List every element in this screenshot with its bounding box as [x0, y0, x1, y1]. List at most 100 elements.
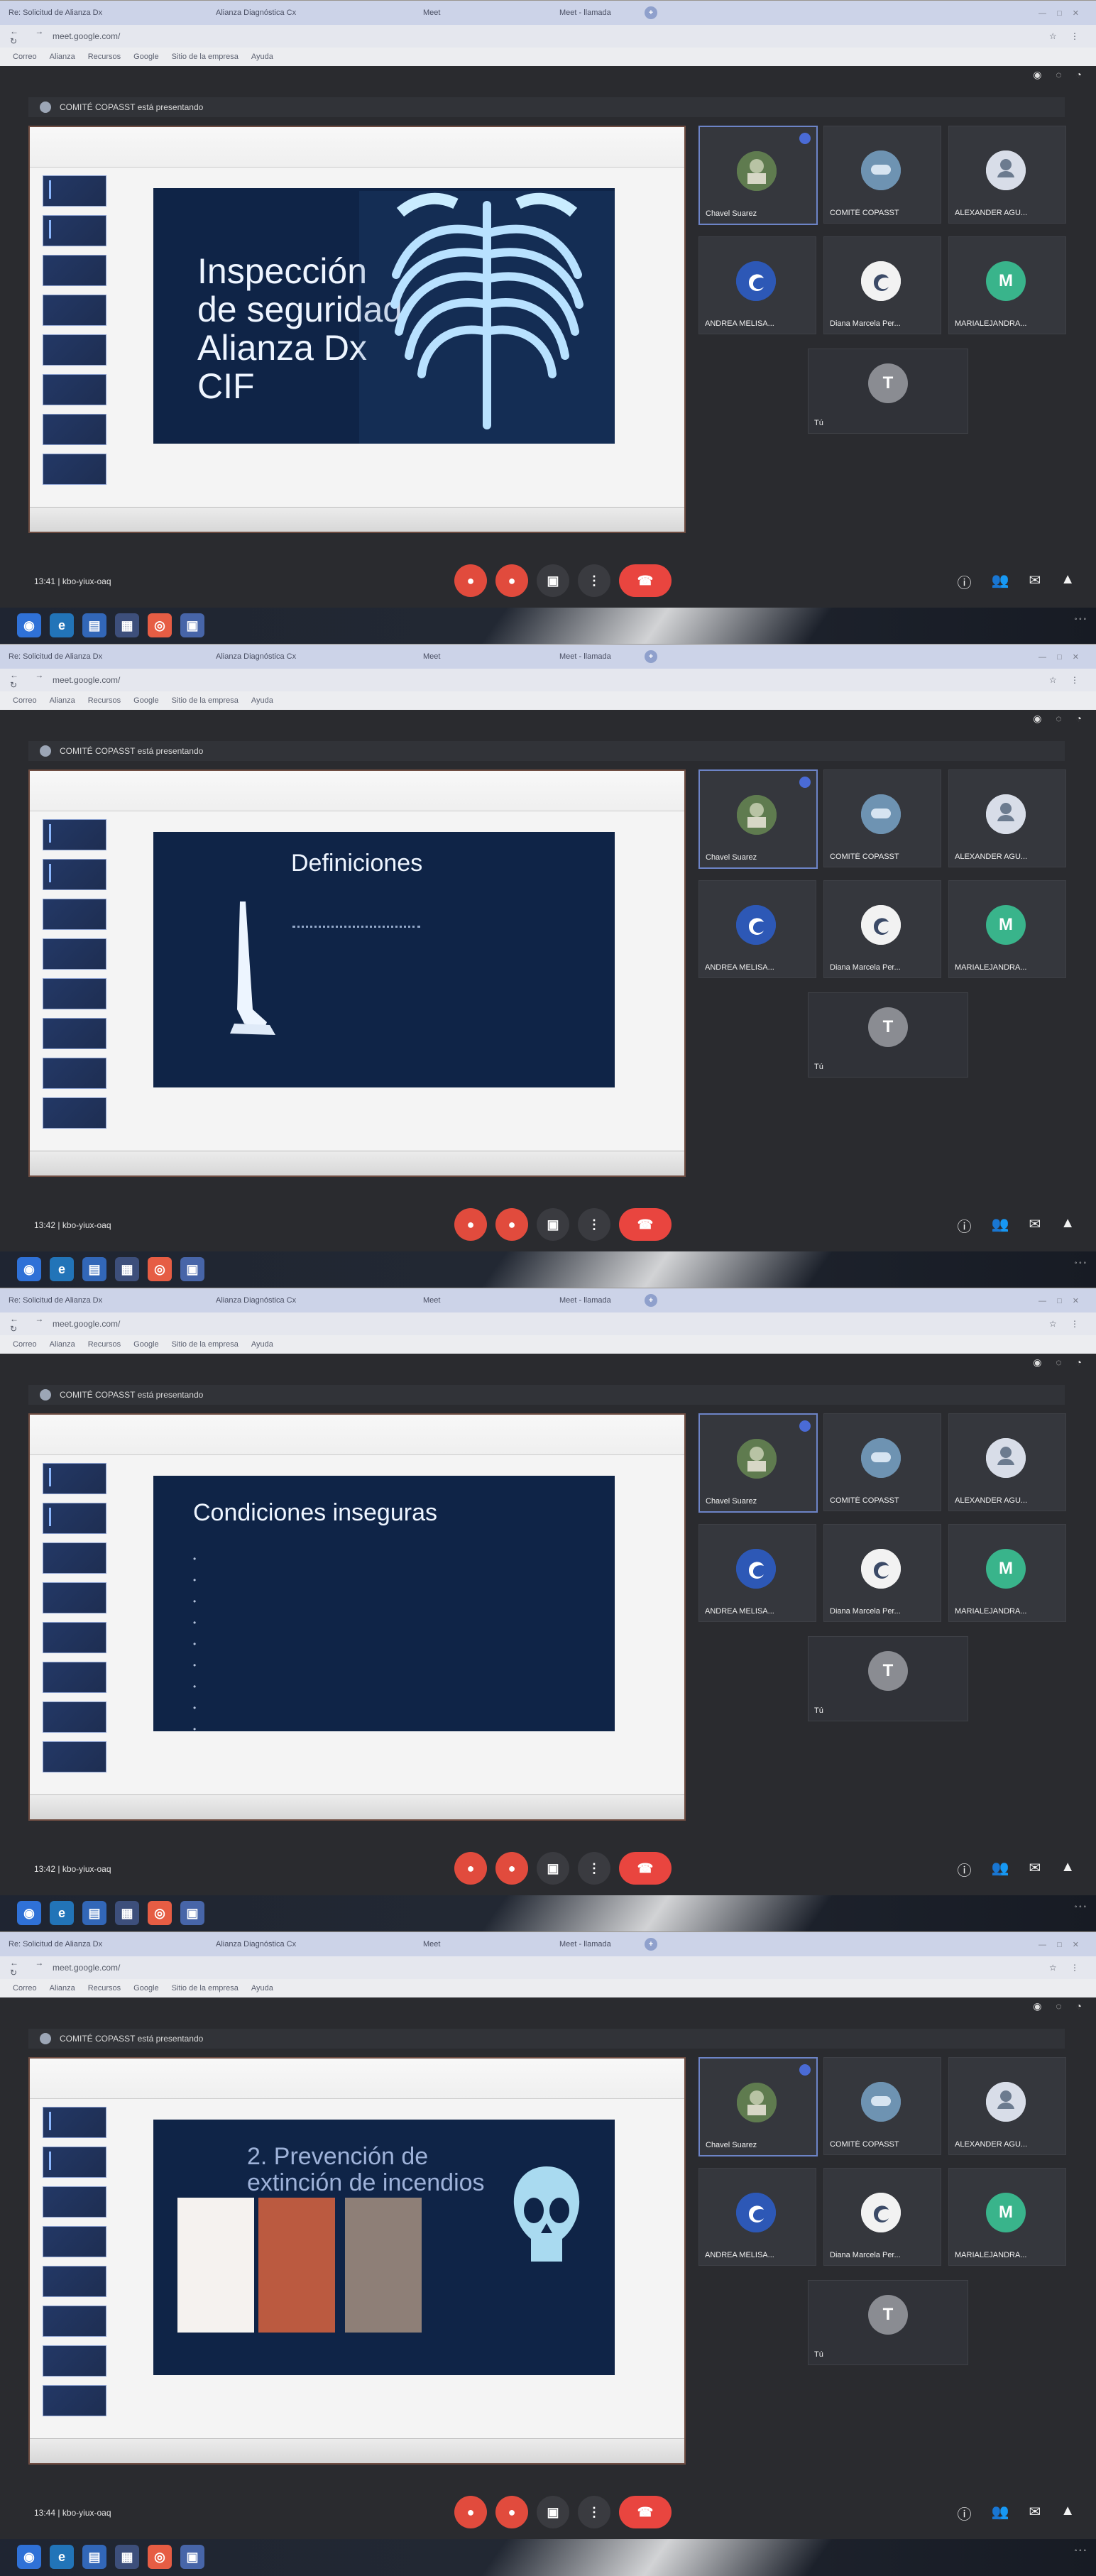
window-controls[interactable]: — □ ✕: [1039, 9, 1083, 18]
participant-tile[interactable]: Chavel Suarez: [698, 2057, 818, 2156]
participant-tile[interactable]: ALEXANDER AGU...: [948, 2057, 1066, 2155]
info-icon[interactable]: ⓘ: [958, 1215, 972, 1236]
participant-tile[interactable]: M MARIALEJANDRA...: [948, 2168, 1066, 2266]
chat-icon[interactable]: ✉: [1029, 2503, 1041, 2523]
more-options-button[interactable]: ⋮: [578, 2496, 610, 2528]
navigation-buttons[interactable]: ← → ↻: [10, 1958, 53, 1978]
file-explorer-icon[interactable]: ▤: [82, 2545, 106, 2569]
bookmark-5[interactable]: Sitio de la empresa: [172, 696, 239, 705]
url-field[interactable]: meet.google.com/: [53, 31, 237, 41]
slide-thumbnail[interactable]: [43, 2107, 106, 2138]
browser-tab-2[interactable]: Alianza Diagnóstica Cx: [216, 9, 415, 17]
start-icon[interactable]: ◉: [17, 2545, 41, 2569]
window-icon[interactable]: ▣: [180, 1257, 204, 1281]
file-explorer-icon[interactable]: ▤: [82, 1257, 106, 1281]
chat-icon[interactable]: ✉: [1029, 1215, 1041, 1236]
browser-toolbar-icons[interactable]: ☆ ⋮: [1049, 675, 1085, 685]
app-icon[interactable]: ▦: [115, 613, 139, 637]
microphone-button[interactable]: ●: [454, 2496, 487, 2528]
app-icon[interactable]: ▦: [115, 2545, 139, 2569]
slide-thumbnail[interactable]: [43, 2345, 106, 2377]
participant-tile[interactable]: COMITÉ COPASST: [823, 1413, 941, 1511]
bookmark-6[interactable]: Ayuda: [251, 696, 273, 705]
navigation-buttons[interactable]: ← → ↻: [10, 1314, 53, 1334]
chrome-icon[interactable]: ◎: [148, 2545, 172, 2569]
participant-tile[interactable]: M MARIALEJANDRA...: [948, 1524, 1066, 1622]
browser-toolbar-icons[interactable]: ☆ ⋮: [1049, 31, 1085, 41]
leave-call-button[interactable]: ☎: [619, 1852, 672, 1885]
bookmark-4[interactable]: Google: [133, 696, 158, 705]
browser-tab-1[interactable]: Re: Solicitud de Alianza Dx: [9, 1940, 207, 1949]
participant-tile[interactable]: ALEXANDER AGU...: [948, 769, 1066, 867]
present-button[interactable]: ▣: [537, 1852, 569, 1885]
slide-thumbnail[interactable]: [43, 1662, 106, 1693]
participant-tile[interactable]: COMITÉ COPASST: [823, 2057, 941, 2155]
microphone-button[interactable]: ●: [454, 1852, 487, 1885]
bookmark-1[interactable]: Correo: [13, 53, 37, 61]
participant-tile[interactable]: ANDREA MELISA...: [698, 1524, 816, 1622]
slide-thumbnail[interactable]: [43, 2226, 106, 2257]
file-explorer-icon[interactable]: ▤: [82, 1901, 106, 1925]
microphone-button[interactable]: ●: [454, 1208, 487, 1241]
slide-thumbnail[interactable]: [43, 334, 106, 366]
more-options-button[interactable]: ⋮: [578, 564, 610, 597]
self-view-tile[interactable]: T Tú: [808, 992, 968, 1078]
browser-tab-2[interactable]: Alianza Diagnóstica Cx: [216, 652, 415, 661]
activities-icon[interactable]: ▲: [1061, 2503, 1075, 2523]
participant-tile[interactable]: ANDREA MELISA...: [698, 236, 816, 334]
slide-thumbnail[interactable]: [43, 1542, 106, 1574]
new-tab-button[interactable]: +: [645, 6, 657, 19]
slide-thumbnail[interactable]: [43, 1463, 106, 1494]
start-icon[interactable]: ◉: [17, 1257, 41, 1281]
participant-tile[interactable]: Diana Marcela Per...: [823, 236, 941, 334]
window-controls[interactable]: — □ ✕: [1039, 1296, 1083, 1305]
bookmark-2[interactable]: Alianza: [50, 1984, 75, 1993]
bookmark-6[interactable]: Ayuda: [251, 1984, 273, 1993]
slide-thumbnail[interactable]: [43, 414, 106, 445]
browser-extension-icons[interactable]: ◉ ◌ ◔: [1033, 2000, 1087, 2012]
slide-thumbnail[interactable]: [43, 2266, 106, 2297]
participant-tile[interactable]: COMITÉ COPASST: [823, 126, 941, 224]
slide-thumbnails[interactable]: [43, 2107, 111, 2440]
leave-call-button[interactable]: ☎: [619, 1208, 672, 1241]
browser-tab-3[interactable]: Meet: [423, 9, 551, 17]
slide-thumbnail[interactable]: [43, 454, 106, 485]
chrome-icon[interactable]: ◎: [148, 1257, 172, 1281]
navigation-buttons[interactable]: ← → ↻: [10, 670, 53, 690]
slide-thumbnail[interactable]: [43, 1097, 106, 1129]
participant-tile[interactable]: M MARIALEJANDRA...: [948, 880, 1066, 978]
activities-icon[interactable]: ▲: [1061, 1859, 1075, 1880]
browser-tab-4[interactable]: Meet - llamada: [559, 1296, 637, 1305]
slide-thumbnail[interactable]: [43, 1741, 106, 1772]
browser-tab-4[interactable]: Meet - llamada: [559, 1940, 637, 1949]
start-icon[interactable]: ◉: [17, 613, 41, 637]
slide-thumbnail[interactable]: [43, 899, 106, 930]
url-field[interactable]: meet.google.com/: [53, 1319, 237, 1329]
present-button[interactable]: ▣: [537, 2496, 569, 2528]
chrome-icon[interactable]: ◎: [148, 1901, 172, 1925]
slide-thumbnail[interactable]: [43, 1058, 106, 1089]
people-icon[interactable]: 👥: [992, 571, 1009, 592]
slide-thumbnails[interactable]: [43, 175, 111, 509]
browser-tab-4[interactable]: Meet - llamada: [559, 652, 637, 661]
bookmark-4[interactable]: Google: [133, 53, 158, 61]
window-icon[interactable]: ▣: [180, 613, 204, 637]
window-controls[interactable]: — □ ✕: [1039, 1940, 1083, 1949]
slide-thumbnail[interactable]: [43, 215, 106, 246]
participant-tile[interactable]: ANDREA MELISA...: [698, 2168, 816, 2266]
window-icon[interactable]: ▣: [180, 1901, 204, 1925]
window-icon[interactable]: ▣: [180, 2545, 204, 2569]
participant-tile[interactable]: COMITÉ COPASST: [823, 769, 941, 867]
new-tab-button[interactable]: +: [645, 1938, 657, 1951]
app-icon[interactable]: ▦: [115, 1901, 139, 1925]
file-explorer-icon[interactable]: ▤: [82, 613, 106, 637]
new-tab-button[interactable]: +: [645, 1294, 657, 1307]
bookmark-1[interactable]: Correo: [13, 1340, 37, 1349]
bookmark-5[interactable]: Sitio de la empresa: [172, 1340, 239, 1349]
slide-thumbnail[interactable]: [43, 938, 106, 970]
start-icon[interactable]: ◉: [17, 1901, 41, 1925]
bookmark-1[interactable]: Correo: [13, 696, 37, 705]
bookmark-3[interactable]: Recursos: [88, 53, 121, 61]
url-field[interactable]: meet.google.com/: [53, 675, 237, 685]
window-controls[interactable]: — □ ✕: [1039, 652, 1083, 662]
